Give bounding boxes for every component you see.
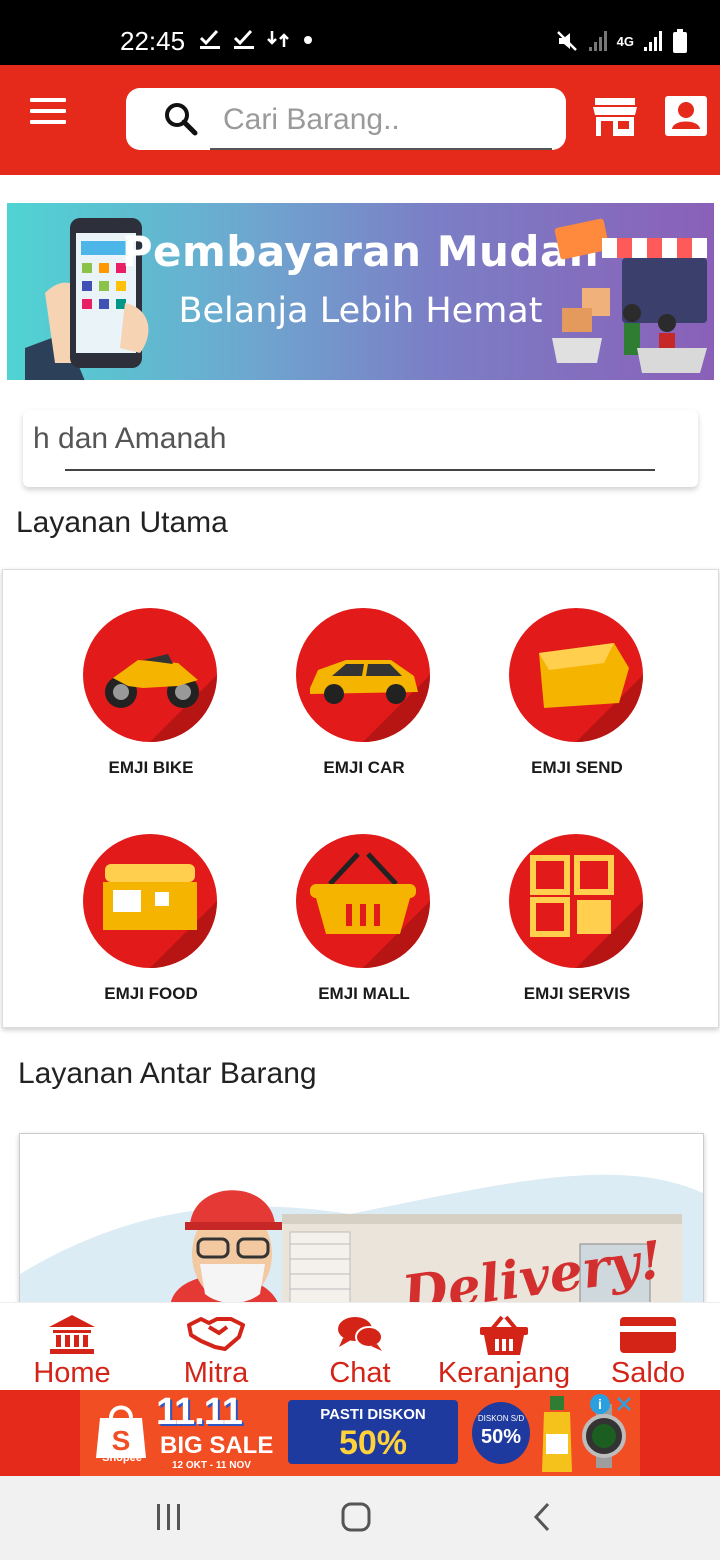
store-icon[interactable] [592,96,638,138]
service-label: EMJI CAR [323,758,405,777]
card-icon [620,1317,676,1353]
ad-discount-badge: DISKON S/D 50% [472,1402,530,1464]
service-label: EMJI MALL [318,984,410,1003]
search-input[interactable] [223,100,553,140]
service-emji-car[interactable]: EMJI CAR [258,570,470,796]
ad-banner[interactable]: S Shopee 11.11 BIG SALE 12 OKT - 11 NOV … [80,1390,640,1476]
nav-keranjang[interactable]: Keranjang [432,1303,576,1391]
menu-icon [30,98,66,102]
service-emji-food[interactable]: EMJI FOOD [45,796,257,1022]
home-icon[interactable] [340,1501,372,1533]
ad-badge-value: 50% [480,1426,522,1448]
service-emji-send[interactable]: EMJI SEND [471,570,683,796]
ad-bar: S Shopee 11.11 BIG SALE 12 OKT - 11 NOV … [0,1390,720,1476]
nav-label: Mitra [183,1357,249,1389]
dot-icon [304,36,312,44]
section-title-delivery: Layanan Antar Barang [18,1057,317,1090]
ad-headline: 11.11 [156,1391,243,1433]
search-bar[interactable] [126,88,566,150]
menu-button[interactable] [30,98,66,128]
nav-home[interactable]: Home [0,1303,144,1391]
mute-icon [556,31,577,51]
sync-icon [267,31,289,47]
car-icon [296,608,430,742]
basket-icon [296,834,430,968]
service-label: EMJI SERVIS [523,984,631,1003]
profile-icon[interactable] [664,95,708,137]
product-bottle-icon [542,1396,572,1472]
services-grid: EMJI BIKE EMJI CAR EMJI SEND EMJI FOOD E… [2,569,719,1028]
back-icon[interactable] [530,1501,556,1533]
section-title-main-services: Layanan Utama [16,506,228,539]
service-emji-bike[interactable]: EMJI BIKE [45,570,257,796]
signal-icon [644,31,662,51]
battery-icon [673,29,687,53]
network-type: 4G [616,33,634,49]
service-emji-mall[interactable]: EMJI MALL [258,796,470,1022]
grid-icon [509,834,643,968]
ad-info-icon[interactable]: i [590,1394,610,1414]
status-time: 22:45 [120,26,186,56]
ad-promo-top: PASTI DISKON [320,1406,426,1423]
shop-illustration [552,218,707,373]
nav-label: Home [33,1357,111,1389]
service-label: EMJI BIKE [108,758,194,777]
food-stall-icon [83,834,217,968]
handshake-icon [187,1317,245,1351]
status-right-icons: 4G [555,28,688,54]
service-label: EMJI FOOD [104,984,198,1003]
service-label: EMJI SEND [531,758,623,777]
product-watch-icon [582,1404,626,1468]
basket-icon [480,1315,528,1355]
running-text-box: h dan Amanah [23,410,698,487]
recent-apps-icon[interactable] [154,1502,184,1532]
ad-sale: BIG SALE [160,1432,274,1459]
package-icon [509,608,643,742]
search-icon [165,103,198,136]
ad-promo-panel: PASTI DISKON 50% [288,1400,458,1464]
ad-badge-top: DISKON S/D [477,1414,525,1423]
motorbike-icon [83,608,217,742]
nav-saldo[interactable]: Saldo [576,1303,720,1391]
ad-close-icon[interactable] [616,1396,632,1412]
ad-promo-value: 50% [338,1424,408,1462]
check-download-icon [233,29,254,49]
signal-icon [588,31,607,51]
app-bar [0,65,720,175]
running-text-underline [65,469,655,471]
promo-banner[interactable]: Pembayaran Mudah Belanja Lebih Hemat [7,203,714,380]
nav-chat[interactable]: Chat [288,1303,432,1391]
nav-mitra[interactable]: Mitra [144,1303,288,1391]
screen: 22:45 4G Cari Barang.. Pembayaran Mudah … [0,0,720,1560]
nav-label: Chat [329,1357,391,1389]
nav-label: Saldo [610,1357,686,1389]
ad-brand: Shopee [102,1452,142,1464]
bottom-navigation: Home Mitra Chat Keranjang Saldo [0,1302,720,1390]
service-emji-servis[interactable]: EMJI SERVIS [471,796,683,1022]
system-navigation-bar [0,1476,720,1560]
ad-dates: 12 OKT - 11 NOV [172,1460,251,1471]
nav-label: Keranjang [437,1357,571,1389]
check-download-icon [199,29,220,49]
status-left-icons [198,28,316,50]
status-bar: 22:45 4G [0,0,720,65]
search-underline [210,148,552,150]
running-text: h dan Amanah [33,422,227,455]
chat-icon [338,1317,383,1351]
bank-icon [49,1315,95,1354]
